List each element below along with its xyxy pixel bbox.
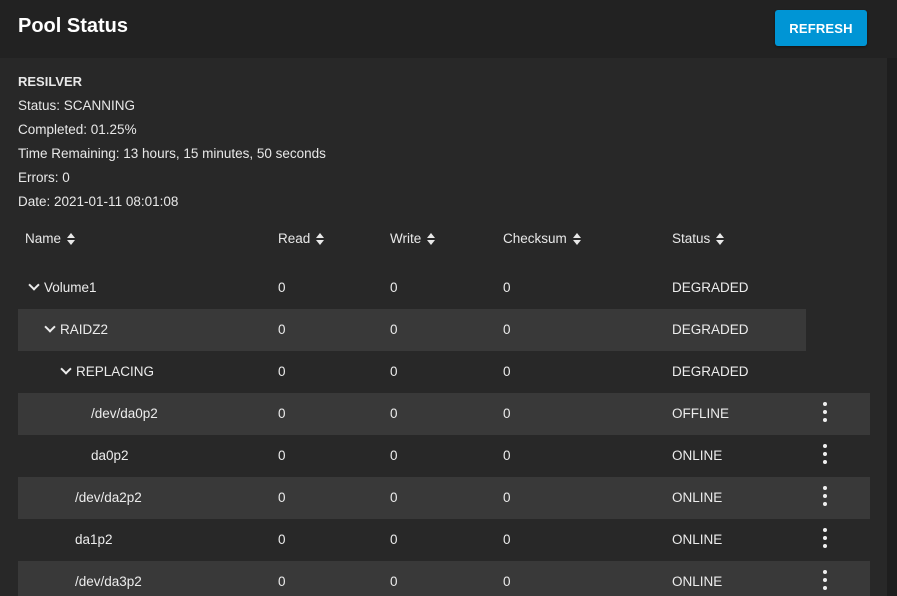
card-header: Pool Status REFRESH (0, 0, 897, 58)
checksum-cell: 0 (503, 364, 511, 379)
name-cell: Volume1 (28, 279, 97, 295)
scan-completed: Completed: 01.25% (18, 122, 137, 137)
write-cell: 0 (390, 532, 398, 547)
checksum-cell: 0 (503, 280, 511, 295)
checksum-cell: 0 (503, 532, 511, 547)
read-cell: 0 (278, 448, 286, 463)
more-vert-icon[interactable] (818, 402, 832, 422)
read-cell: 0 (278, 574, 286, 589)
scan-status: Status: SCANNING (18, 98, 136, 113)
write-cell: 0 (390, 490, 398, 505)
sort-icon (427, 232, 436, 245)
table-row[interactable]: Volume1 0 0 0 DEGRADED (18, 267, 870, 309)
column-header-label: Name (25, 231, 62, 246)
more-vert-icon[interactable] (818, 444, 832, 464)
more-vert-icon[interactable] (818, 528, 832, 548)
table-row[interactable]: RAIDZ2 0 0 0 DEGRADED (18, 309, 870, 351)
read-cell: 0 (278, 322, 286, 337)
device-name: /dev/da2p2 (75, 490, 142, 505)
device-name: da0p2 (91, 448, 129, 463)
status-cell: ONLINE (672, 574, 723, 589)
read-cell: 0 (278, 364, 286, 379)
more-vert-icon[interactable] (818, 486, 832, 506)
status-cell: OFFLINE (672, 406, 730, 421)
name-cell: REPLACING (60, 363, 155, 379)
status-cell: ONLINE (672, 532, 723, 547)
status-cell: DEGRADED (672, 280, 749, 295)
scan-date: Date: 2021-01-11 08:01:08 (18, 194, 179, 209)
read-cell: 0 (278, 406, 286, 421)
column-header-write[interactable]: Write (390, 231, 436, 246)
column-header-read[interactable]: Read (278, 231, 325, 246)
more-vert-icon[interactable] (818, 570, 832, 590)
column-header-checksum[interactable]: Checksum (503, 231, 581, 246)
device-name: RAIDZ2 (60, 322, 109, 337)
write-cell: 0 (390, 448, 398, 463)
read-cell: 0 (278, 532, 286, 547)
device-name: /dev/da0p2 (91, 406, 158, 421)
checksum-cell: 0 (503, 574, 511, 589)
scan-heading: RESILVER (18, 74, 83, 89)
pool-status-page: Pool Status REFRESH RESILVER Status: SCA… (0, 0, 897, 596)
column-header-label: Checksum (503, 231, 567, 246)
table-row[interactable]: da0p2 0 0 0 ONLINE (18, 435, 870, 477)
status-cell: ONLINE (672, 448, 723, 463)
table-row[interactable]: /dev/da0p2 0 0 0 OFFLINE (18, 393, 870, 435)
table-row[interactable]: /dev/da3p2 0 0 0 ONLINE (18, 561, 870, 596)
table-body: Volume1 0 0 0 DEGRADED RAIDZ2 0 0 0 DEGR… (18, 267, 870, 596)
device-name: Volume1 (44, 280, 97, 295)
column-header-label: Write (390, 231, 422, 246)
checksum-cell: 0 (503, 406, 511, 421)
read-cell: 0 (278, 280, 286, 295)
checksum-cell: 0 (503, 448, 511, 463)
chevron-down-icon[interactable] (60, 363, 72, 375)
write-cell: 0 (390, 406, 398, 421)
scan-time-remaining: Time Remaining: 13 hours, 15 minutes, 50… (18, 146, 326, 161)
chevron-down-icon[interactable] (28, 279, 40, 291)
sort-icon (572, 232, 581, 245)
device-name: REPLACING (76, 364, 155, 379)
read-cell: 0 (278, 490, 286, 505)
column-header-name[interactable]: Name (25, 231, 76, 246)
table-header: Name Read Write Checksum Status (18, 225, 870, 255)
write-cell: 0 (390, 364, 398, 379)
scan-errors: Errors: 0 (18, 170, 70, 185)
status-cell: DEGRADED (672, 364, 749, 379)
pool-table: Name Read Write Checksum Status Volume1 … (18, 225, 870, 596)
checksum-cell: 0 (503, 322, 511, 337)
sort-icon (316, 232, 325, 245)
status-cell: DEGRADED (672, 322, 749, 337)
device-name: /dev/da3p2 (75, 574, 142, 589)
table-row[interactable]: /dev/da2p2 0 0 0 ONLINE (18, 477, 870, 519)
pool-status-card: RESILVER Status: SCANNING Completed: 01.… (0, 58, 887, 596)
write-cell: 0 (390, 574, 398, 589)
status-cell: ONLINE (672, 490, 723, 505)
device-name: da1p2 (75, 532, 113, 547)
chevron-down-icon[interactable] (44, 321, 56, 333)
sort-icon (67, 232, 76, 245)
name-cell: RAIDZ2 (44, 321, 109, 337)
checksum-cell: 0 (503, 490, 511, 505)
refresh-button[interactable]: REFRESH (775, 10, 867, 46)
column-header-label: Read (278, 231, 311, 246)
page-title: Pool Status (18, 15, 129, 37)
sort-icon (716, 232, 725, 245)
write-cell: 0 (390, 322, 398, 337)
column-header-label: Status (672, 231, 711, 246)
resilver-info: RESILVER Status: SCANNING Completed: 01.… (18, 70, 326, 214)
table-row[interactable]: da1p2 0 0 0 ONLINE (18, 519, 870, 561)
write-cell: 0 (390, 280, 398, 295)
table-row[interactable]: REPLACING 0 0 0 DEGRADED (18, 351, 870, 393)
column-header-status[interactable]: Status (672, 231, 725, 246)
